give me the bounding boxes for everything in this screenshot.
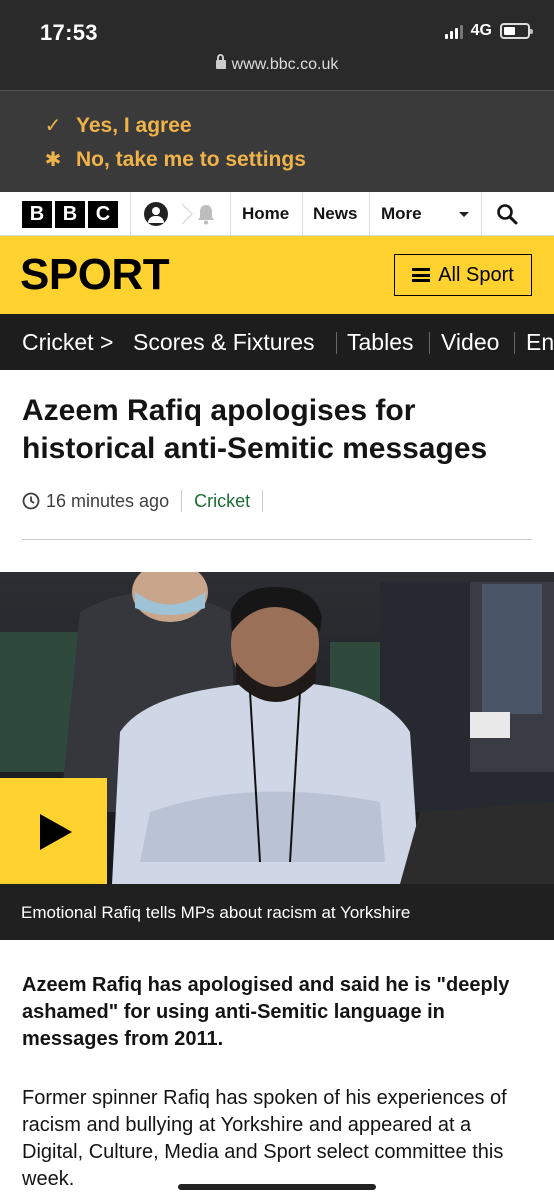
divider [369,192,370,236]
chevron-right-icon [181,203,194,225]
nav-news[interactable]: News [313,192,357,236]
section-divider [22,539,532,540]
status-indicators: 4G [444,22,533,40]
battery-icon [500,23,533,39]
divider [302,192,303,236]
nav-england[interactable]: En [526,329,554,356]
timestamp: 16 minutes ago [46,490,170,511]
agree-button[interactable]: ✓ Yes, I agree [42,113,192,138]
article-intro: Azeem Rafiq has apologised and said he i… [22,974,510,1050]
nav-cricket[interactable]: Cricket > [22,329,113,356]
divider [181,490,183,512]
url-text: www.bbc.co.uk [231,56,339,73]
notification-bell-icon[interactable] [196,203,216,225]
divider [336,332,337,354]
account-icon[interactable] [144,202,168,226]
signal-icon [444,23,463,39]
home-indicator[interactable] [178,1184,376,1190]
divider [230,192,231,236]
nav-scores-fixtures[interactable]: Scores & Fixtures [133,329,315,356]
all-sport-button[interactable]: All Sport [394,254,532,296]
sport-header: SPORT All Sport [0,236,554,314]
divider [130,192,131,236]
nav-tables[interactable]: Tables [347,329,413,356]
divider [262,490,264,512]
article-headline: Azeem Rafiq apologises for historical an… [22,394,488,465]
status-bar: 17:53 4G www.bbc.co.uk [0,0,554,90]
bbc-logo[interactable]: B B C [22,201,118,228]
play-icon [40,814,72,850]
section-nav: Cricket > Scores & Fixtures Tables Video… [0,314,554,370]
all-sport-label: All Sport [438,263,514,286]
agree-label: Yes, I agree [76,113,192,137]
clock-icon [22,492,40,510]
video-caption: Emotional Rafiq tells MPs about racism a… [0,884,554,940]
network-type: 4G [470,22,492,39]
cookie-banner: ✓ Yes, I agree ✱ No, take me to settings [0,90,554,192]
article-paragraph: Former spinner Rafiq has spoken of his e… [22,1087,507,1190]
menu-icon [412,268,431,282]
address-bar[interactable]: www.bbc.co.uk [0,54,554,74]
gear-icon: ✱ [44,149,62,171]
settings-label: No, take me to settings [76,147,306,171]
divider [514,332,515,354]
video-player[interactable] [0,572,554,884]
status-time: 17:53 [40,20,98,45]
divider [481,192,482,236]
logo-letter: C [88,201,118,228]
bbc-masthead: B B C Home News More [0,192,554,236]
logo-letter: B [22,201,52,228]
search-icon[interactable] [496,203,518,225]
sport-title[interactable]: SPORT [20,250,170,300]
play-button[interactable] [0,778,107,884]
nav-video[interactable]: Video [441,329,499,356]
divider [429,332,430,354]
lock-icon [215,54,226,69]
nav-home[interactable]: Home [242,192,289,236]
chevron-down-icon [459,212,469,217]
logo-letter: B [55,201,85,228]
topic-tag[interactable]: Cricket [194,491,250,512]
nav-more[interactable]: More [381,192,422,236]
settings-button[interactable]: ✱ No, take me to settings [42,147,306,172]
checkmark-icon: ✓ [44,115,62,137]
article-meta: 16 minutes ago Cricket [22,488,275,514]
